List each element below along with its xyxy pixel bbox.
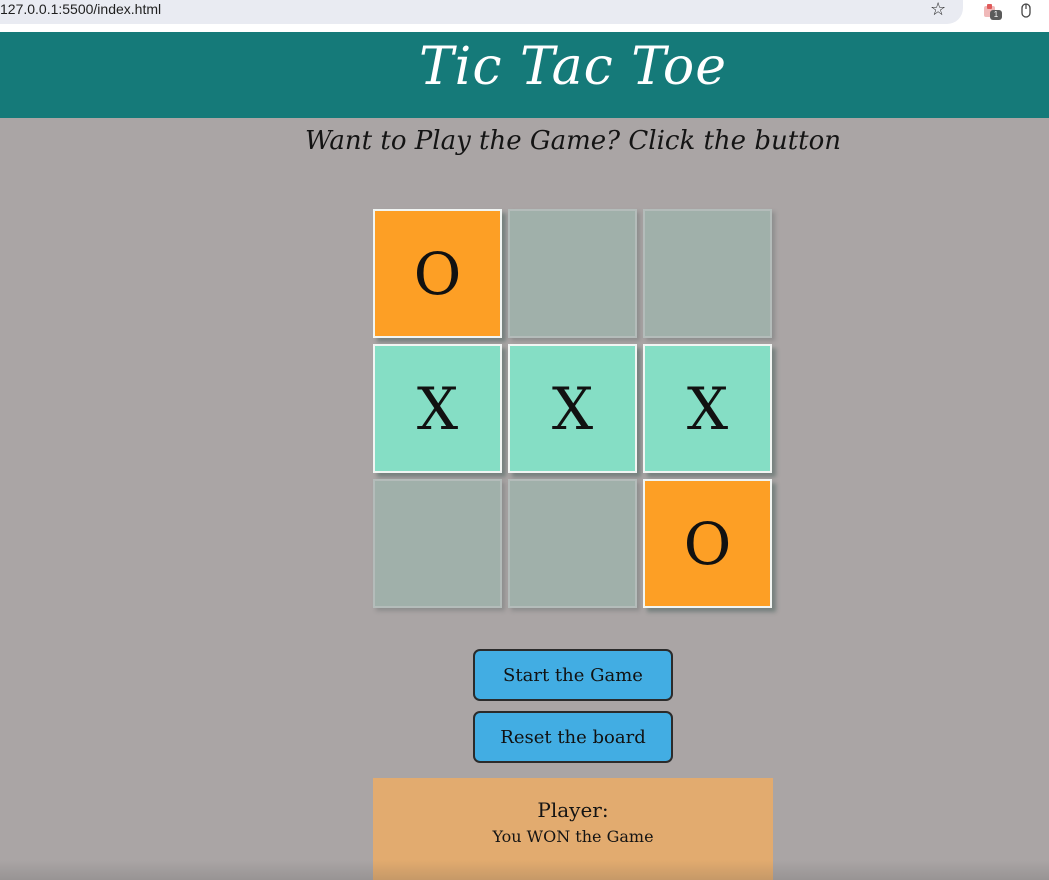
board-cell-9[interactable]: O xyxy=(643,479,772,608)
page-title: Tic Tac Toe xyxy=(419,37,727,97)
status-player-label: Player: xyxy=(537,798,609,822)
address-bar[interactable]: 127.0.0.1:5500/index.html xyxy=(0,0,963,24)
board-cell-7[interactable] xyxy=(373,479,502,608)
board-cell-3[interactable] xyxy=(643,209,772,338)
game-board: OXXXO xyxy=(373,209,773,609)
reset-board-button[interactable]: Reset the board xyxy=(473,711,673,763)
x-mark: X xyxy=(686,374,729,443)
extension-badge: 1 xyxy=(990,10,1002,20)
board-cell-8[interactable] xyxy=(508,479,637,608)
x-mark: X xyxy=(416,374,459,443)
start-game-button[interactable]: Start the Game xyxy=(473,649,673,701)
mouse-icon[interactable] xyxy=(1019,2,1033,20)
status-panel: Player: You WON the Game xyxy=(373,778,773,880)
status-message: You WON the Game xyxy=(492,827,654,846)
board-cell-6[interactable]: X xyxy=(643,344,772,473)
browser-toolbar: 127.0.0.1:5500/index.html ☆ 1 xyxy=(0,0,1049,32)
x-mark: X xyxy=(551,374,594,443)
o-mark: O xyxy=(413,239,462,308)
url-text[interactable]: 127.0.0.1:5500/index.html xyxy=(0,1,161,17)
board-cell-2[interactable] xyxy=(508,209,637,338)
page-header: Tic Tac Toe xyxy=(0,32,1049,118)
board-cell-4[interactable]: X xyxy=(373,344,502,473)
star-icon[interactable]: ☆ xyxy=(930,0,946,20)
o-mark: O xyxy=(683,509,732,578)
subtitle: Want to Play the Game? Click the button xyxy=(304,126,842,156)
board-cell-5[interactable]: X xyxy=(508,344,637,473)
board-cell-1[interactable]: O xyxy=(373,209,502,338)
